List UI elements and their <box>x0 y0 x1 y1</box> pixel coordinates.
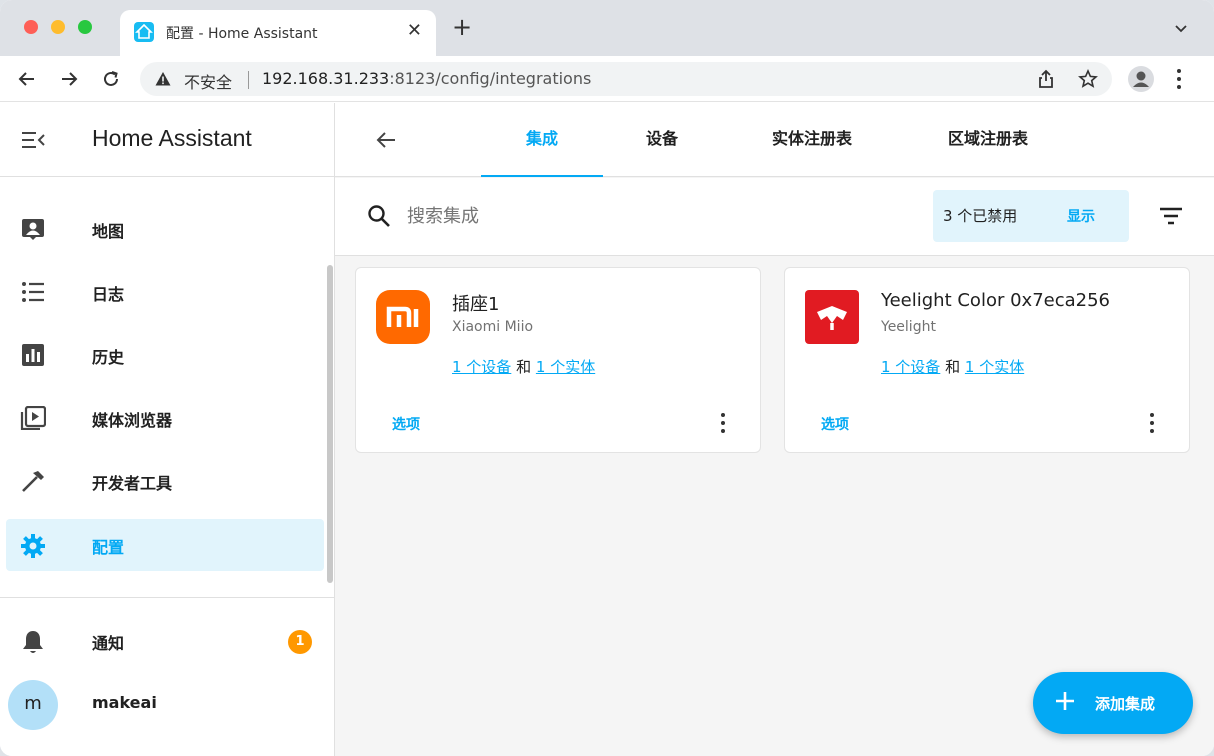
entities-link[interactable]: 1 个实体 <box>536 358 595 376</box>
maximize-window-button[interactable] <box>78 20 92 34</box>
sidebar-item-logbook[interactable]: 日志 <box>6 266 324 318</box>
address-bar[interactable]: 不安全 192.168.31.233:8123/config/integrati… <box>140 62 1112 96</box>
entities-link[interactable]: 1 个实体 <box>965 358 1024 376</box>
tab-search-chevron-icon[interactable] <box>1174 20 1188 39</box>
sidebar-item-label: 日志 <box>92 285 125 304</box>
address-separator <box>248 71 249 89</box>
tab-entity-registry[interactable]: 实体注册表 <box>739 103 885 177</box>
app-title: Home Assistant <box>92 125 252 151</box>
disabled-count-text: 3 个已禁用 <box>943 207 1018 225</box>
devices-link[interactable]: 1 个设备 <box>881 358 940 376</box>
tab-devices[interactable]: 设备 <box>615 103 709 177</box>
integration-subtitle: Xiaomi Miio <box>452 319 534 335</box>
tab-strip: 配置 - Home Assistant ✕ + <box>0 0 1214 56</box>
menu-collapse-icon[interactable] <box>20 129 46 155</box>
sidebar-header: Home Assistant <box>0 103 334 177</box>
add-integration-button[interactable]: 添加集成 <box>1033 672 1193 734</box>
search-input[interactable] <box>407 200 907 232</box>
avatar: m <box>8 680 58 730</box>
bell-icon <box>20 629 46 653</box>
show-disabled-button[interactable]: 显示 <box>1067 206 1095 226</box>
sidebar-item-media-browser[interactable]: 媒体浏览器 <box>6 392 324 444</box>
warning-icon[interactable] <box>154 70 172 92</box>
url-text: 192.168.31.233:8123/config/integrations <box>262 69 591 88</box>
options-button[interactable]: 选项 <box>392 414 420 434</box>
main-content: 集成 设备 实体注册表 区域注册表 3 个已禁用 显示 插座1 Xiaom <box>335 103 1214 756</box>
tab-title: 配置 - Home Assistant <box>166 26 318 42</box>
share-icon[interactable] <box>1036 69 1056 93</box>
devices-link[interactable]: 1 个设备 <box>452 358 511 376</box>
link-conjunction: 和 <box>516 358 532 376</box>
sidebar: Home Assistant 地图 日志 历史 媒体浏览器 开发者工具 配置 通… <box>0 103 335 756</box>
integration-links: 1 个设备 和 1 个实体 <box>881 356 1024 377</box>
bookmark-star-icon[interactable] <box>1078 69 1098 93</box>
hammer-icon <box>20 469 46 493</box>
sidebar-item-developer-tools[interactable]: 开发者工具 <box>6 455 324 507</box>
profile-avatar-icon[interactable] <box>1128 66 1154 92</box>
sidebar-item-label: 媒体浏览器 <box>92 411 173 430</box>
main-header: 集成 设备 实体注册表 区域注册表 <box>335 103 1214 177</box>
integration-card: 插座1 Xiaomi Miio 1 个设备 和 1 个实体 选项 <box>355 267 761 453</box>
plus-icon <box>1053 689 1077 717</box>
sidebar-item-label: 通知 <box>92 634 125 653</box>
sidebar-item-notifications[interactable]: 通知 1 <box>6 615 324 667</box>
sidebar-item-config[interactable]: 配置 <box>6 519 324 571</box>
sidebar-scrollbar[interactable] <box>327 265 333 583</box>
url-host: 192.168.31.233 <box>262 69 390 88</box>
integration-links: 1 个设备 和 1 个实体 <box>452 356 595 377</box>
card-menu-icon[interactable] <box>1149 412 1155 438</box>
forward-arrow-icon[interactable] <box>56 66 82 92</box>
browser-toolbar: 不安全 192.168.31.233:8123/config/integrati… <box>0 56 1214 102</box>
chart-icon <box>20 343 46 367</box>
map-icon <box>20 217 46 241</box>
notification-count-badge: 1 <box>288 630 312 654</box>
close-tab-icon[interactable]: ✕ <box>407 20 422 41</box>
add-integration-label: 添加集成 <box>1095 695 1156 713</box>
url-path: :8123/config/integrations <box>389 69 592 88</box>
sidebar-item-label: 开发者工具 <box>92 474 173 493</box>
browser-window: 配置 - Home Assistant ✕ + 不安全 192.168.31.2… <box>0 0 1214 756</box>
sidebar-item-user[interactable]: m makeai <box>6 678 324 730</box>
integration-title: Yeelight Color 0x7eca256 <box>881 290 1110 311</box>
sidebar-item-label: 配置 <box>92 538 125 557</box>
new-tab-icon[interactable]: + <box>452 14 472 40</box>
sidebar-item-history[interactable]: 历史 <box>6 329 324 381</box>
gear-icon <box>20 533 46 558</box>
search-bar: 3 个已禁用 显示 <box>335 178 1214 256</box>
sidebar-divider <box>0 597 334 598</box>
home-assistant-favicon-icon <box>134 22 154 42</box>
integration-title: 插座1 <box>452 294 500 315</box>
xiaomi-logo-icon <box>376 290 430 344</box>
user-name: makeai <box>92 693 157 712</box>
disabled-integrations-banner: 3 个已禁用 显示 <box>933 190 1129 242</box>
sidebar-item-map[interactable]: 地图 <box>6 203 324 255</box>
reload-icon[interactable] <box>98 66 124 92</box>
filter-icon[interactable] <box>1159 206 1183 230</box>
minimize-window-button[interactable] <box>51 20 65 34</box>
close-window-button[interactable] <box>24 20 38 34</box>
sidebar-item-label: 地图 <box>92 222 125 241</box>
card-menu-icon[interactable] <box>720 412 726 438</box>
options-button[interactable]: 选项 <box>821 414 849 434</box>
browser-tab[interactable]: 配置 - Home Assistant ✕ <box>120 10 436 56</box>
back-arrow-icon[interactable] <box>373 127 399 157</box>
link-conjunction: 和 <box>945 358 961 376</box>
sidebar-item-label: 历史 <box>92 348 125 367</box>
browser-menu-icon[interactable] <box>1176 68 1182 94</box>
list-icon <box>20 280 46 304</box>
tab-integrations[interactable]: 集成 <box>481 103 603 177</box>
media-icon <box>20 405 47 431</box>
integration-card: Yeelight Color 0x7eca256 Yeelight 1 个设备 … <box>784 267 1190 453</box>
security-status: 不安全 <box>184 73 233 92</box>
integration-subtitle: Yeelight <box>881 319 936 335</box>
search-icon <box>367 204 391 232</box>
tab-area-registry[interactable]: 区域注册表 <box>913 103 1063 177</box>
back-arrow-icon[interactable] <box>14 66 40 92</box>
yeelight-logo-icon <box>805 290 859 344</box>
